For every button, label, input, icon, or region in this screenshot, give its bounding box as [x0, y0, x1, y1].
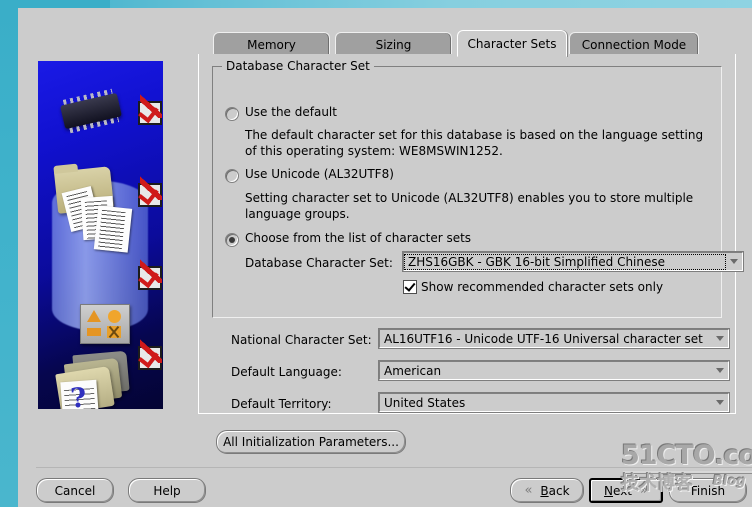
radio-label: Choose from the list of character sets	[245, 231, 472, 245]
use-unicode-description: Setting character set to Unicode (AL32UT…	[245, 191, 694, 221]
cancel-button[interactable]: Cancel	[36, 478, 114, 503]
radio-use-the-default[interactable]: Use the default	[225, 105, 337, 121]
checkbox-icon	[403, 280, 417, 294]
button-label: Back	[540, 483, 570, 498]
database-character-set-group: Database Character Set Use the default T…	[212, 59, 743, 318]
checkbox-label: Show recommended character sets only	[421, 280, 664, 294]
use-the-default-description: The default character set for this datab…	[245, 128, 704, 158]
tab-character-sets[interactable]: Character Sets	[457, 30, 567, 57]
radio-icon	[225, 169, 239, 183]
radio-icon	[225, 233, 239, 247]
tab-label: Memory	[247, 37, 296, 52]
radio-label: Use the default	[245, 105, 337, 119]
default-language-label: Default Language:	[231, 365, 342, 379]
radio-choose-from-list[interactable]: Choose from the list of character sets	[225, 231, 471, 247]
chevron-down-icon	[726, 253, 742, 270]
all-initialization-parameters-button[interactable]: All Initialization Parameters...	[216, 430, 406, 454]
red-checkmark-icon	[138, 94, 162, 125]
dropdown-value: United States	[384, 395, 466, 410]
national-character-set-label: National Character Set:	[231, 333, 372, 347]
button-label: Finish	[690, 483, 726, 498]
dropdown-value: AL16UTF16 - Unicode UTF-16 Universal cha…	[384, 331, 703, 346]
button-bar-separator	[36, 467, 752, 468]
dropdown-value: ZHS16GBK - GBK 16-bit Simplified Chinese	[404, 253, 726, 270]
button-label: Next	[604, 483, 632, 498]
button-label: Help	[153, 483, 181, 498]
watermark-site: 51CTO.com	[621, 440, 752, 471]
show-recommended-checkbox[interactable]: Show recommended character sets only	[403, 280, 663, 294]
tab-label: Connection Mode	[581, 37, 687, 52]
default-language-dropdown[interactable]: American	[379, 361, 729, 380]
help-button[interactable]: Help	[128, 478, 206, 503]
chevron-down-icon	[712, 362, 728, 379]
tab-sizing[interactable]: Sizing	[335, 32, 452, 56]
finish-button[interactable]: Finish	[669, 478, 747, 503]
tab-memory[interactable]: Memory	[213, 32, 330, 56]
tab-label: Character Sets	[467, 36, 557, 51]
tab-label: Sizing	[375, 37, 412, 52]
character-sets-panel: Database Character Set Use the default T…	[198, 54, 743, 414]
radio-use-unicode[interactable]: Use Unicode (AL32UTF8)	[225, 167, 394, 183]
wizard-illustration: ?	[38, 61, 163, 409]
chip-icon	[60, 92, 122, 130]
chevron-down-icon	[712, 394, 728, 411]
radio-label: Use Unicode (AL32UTF8)	[245, 167, 394, 181]
red-checkmark-icon	[138, 339, 162, 370]
red-checkmark-icon	[138, 176, 162, 207]
double-chevron-left-icon: «	[524, 483, 533, 498]
wizard-window: ? Memory Sizing Character Sets Connectio…	[0, 0, 752, 507]
dropdown-value: American	[384, 363, 442, 378]
database-character-set-dropdown[interactable]: ZHS16GBK - GBK 16-bit Simplified Chinese	[403, 252, 743, 271]
question-document-icon: ?	[60, 379, 100, 409]
button-label: Cancel	[54, 483, 96, 498]
document-page-icon	[93, 205, 133, 253]
database-objects-icon	[80, 304, 130, 344]
tab-bar: Memory Sizing Character Sets Connection …	[198, 30, 752, 57]
window-chrome-top	[0, 0, 752, 8]
group-title: Database Character Set	[222, 59, 374, 73]
button-label: All Initialization Parameters...	[223, 435, 399, 449]
dialog-body: ? Memory Sizing Character Sets Connectio…	[18, 8, 752, 507]
chevron-down-icon	[712, 330, 728, 347]
national-character-set-dropdown[interactable]: AL16UTF16 - Unicode UTF-16 Universal cha…	[379, 329, 729, 348]
red-checkmark-icon	[138, 259, 162, 290]
double-chevron-right-icon: »	[640, 483, 648, 498]
window-chrome-left	[0, 0, 18, 507]
watermark-rule	[623, 471, 752, 473]
radio-icon	[225, 107, 239, 121]
database-character-set-label: Database Character Set:	[245, 256, 393, 270]
default-territory-label: Default Territory:	[231, 397, 332, 411]
next-button[interactable]: Next »	[589, 478, 663, 503]
tab-connection-mode[interactable]: Connection Mode	[569, 32, 699, 56]
default-territory-dropdown[interactable]: United States	[379, 393, 729, 412]
back-button[interactable]: « Back	[510, 478, 584, 503]
